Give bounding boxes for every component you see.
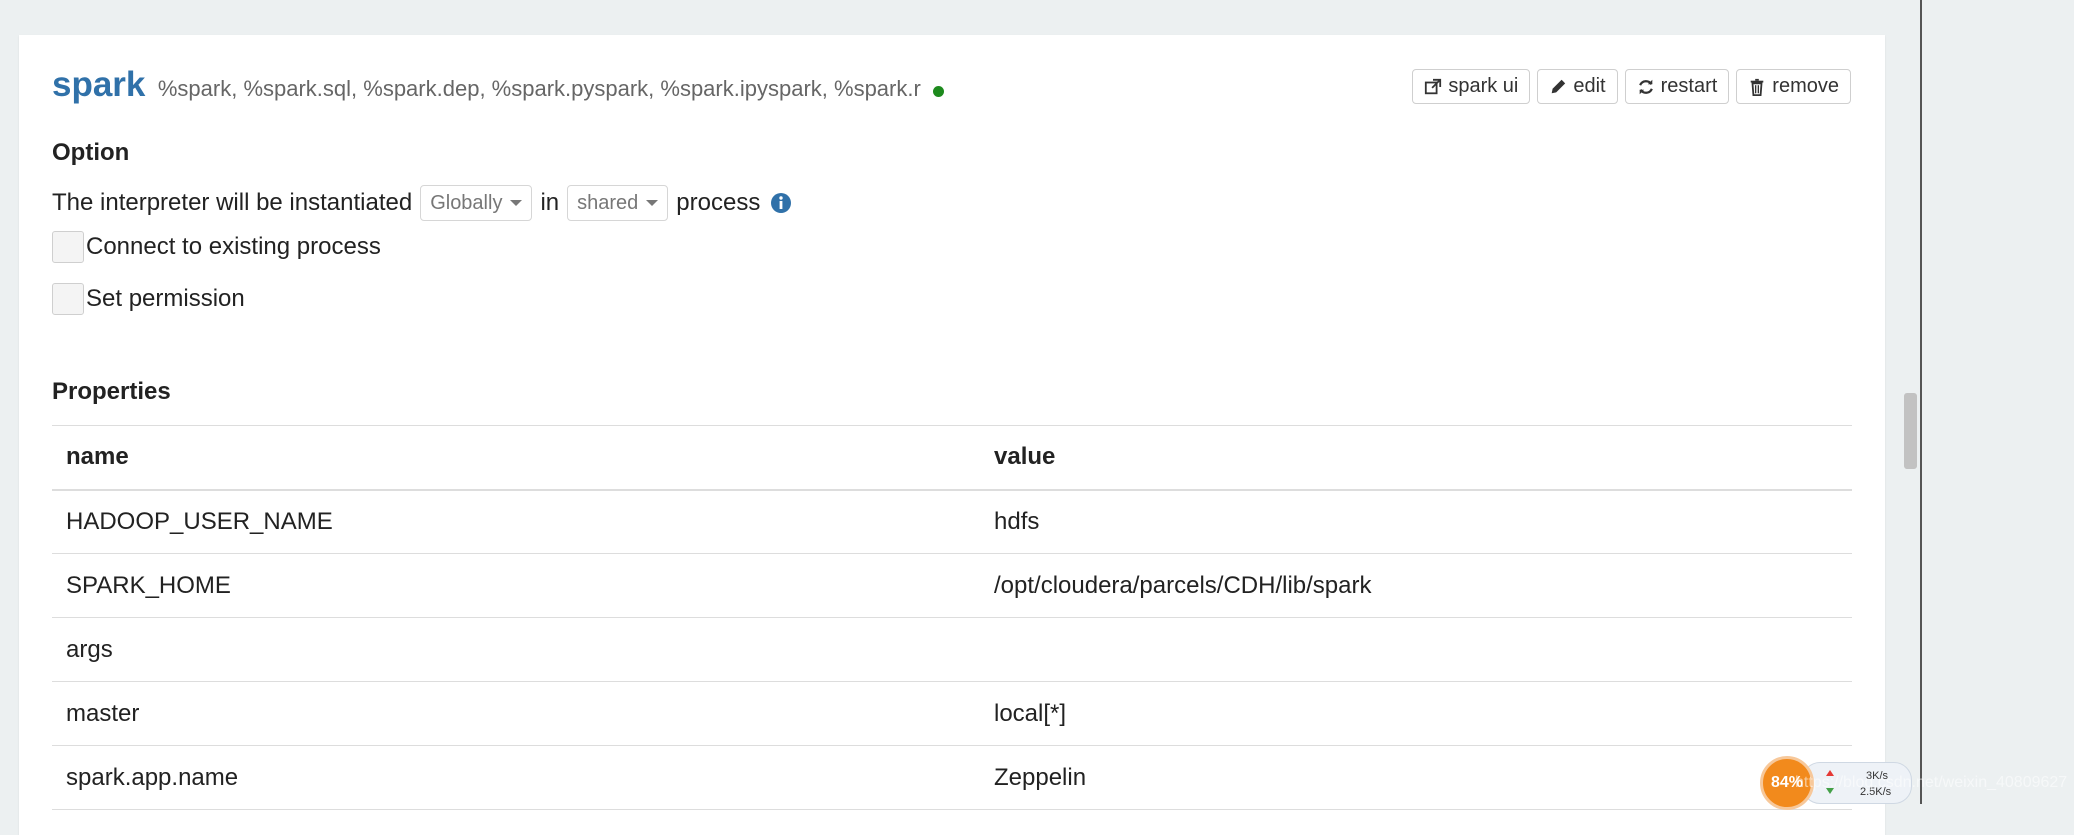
property-name: SPARK_HOME: [66, 571, 231, 599]
spark-ui-label: spark ui: [1448, 75, 1519, 97]
refresh-icon: [1638, 79, 1653, 94]
pencil-icon: [1552, 79, 1566, 93]
table-row: args: [52, 618, 1852, 682]
sentence-middle: in: [540, 189, 560, 216]
property-name: spark.app.name: [66, 763, 239, 791]
property-name: args: [66, 635, 113, 663]
status-indicator: [933, 86, 945, 97]
edit-button[interactable]: edit: [1537, 69, 1618, 104]
connect-existing-option: Connect to existing process: [52, 231, 381, 263]
restart-button[interactable]: restart: [1624, 69, 1730, 104]
info-icon[interactable]: [770, 192, 792, 214]
watermark-text: https://blog.csdn.net/weixin_40809627: [1795, 774, 2068, 791]
trash-icon: [1750, 78, 1764, 96]
property-name: HADOOP_USER_NAME: [66, 507, 333, 535]
sentence-suffix: process: [676, 189, 761, 216]
set-permission-option: Set permission: [52, 283, 245, 315]
connect-existing-label: Connect to existing process: [86, 233, 381, 260]
property-value: Zeppelin: [994, 763, 1087, 791]
edit-label: edit: [1573, 75, 1606, 97]
process-select-value: shared: [577, 191, 639, 214]
properties-table: name value HADOOP_USER_NAME hdfs SPARK_H…: [52, 425, 1852, 810]
table-row: spark.app.name Zeppelin: [52, 746, 1852, 810]
restart-label: restart: [1660, 75, 1718, 97]
interpreter-panel: spark %spark, %spark.sql, %spark.dep, %s…: [19, 35, 1885, 835]
window-edge: [1920, 0, 1922, 804]
spark-ui-button[interactable]: spark ui: [1412, 69, 1531, 104]
caret-down-icon: [510, 200, 523, 206]
property-value: /opt/cloudera/parcels/CDH/lib/spark: [994, 571, 1372, 599]
scrollbar-thumb[interactable]: [1904, 393, 1917, 469]
property-value: [980, 618, 1852, 682]
scope-select-value: Globally: [430, 191, 503, 214]
option-heading: Option: [52, 139, 130, 166]
property-value: hdfs: [994, 507, 1040, 535]
column-header-value: value: [994, 443, 1056, 471]
interpreter-actions: spark ui edit restart remove: [1412, 69, 1851, 104]
remove-button[interactable]: remove: [1736, 69, 1851, 104]
table-row: HADOOP_USER_NAME hdfs: [52, 490, 1852, 554]
instantiation-sentence: The interpreter will be instantiated Glo…: [52, 185, 792, 221]
scope-select[interactable]: Globally: [420, 185, 533, 221]
interpreter-header: spark %spark, %spark.sql, %spark.dep, %s…: [52, 65, 945, 115]
column-header-name: name: [66, 443, 129, 471]
process-select[interactable]: shared: [567, 185, 669, 221]
table-row: SPARK_HOME /opt/cloudera/parcels/CDH/lib…: [52, 554, 1852, 618]
remove-label: remove: [1772, 75, 1839, 97]
set-permission-label: Set permission: [86, 285, 245, 312]
sentence-prefix: The interpreter will be instantiated: [52, 189, 413, 216]
interpreter-name: spark: [52, 65, 146, 104]
table-header-row: name value: [52, 425, 1852, 490]
set-permission-checkbox[interactable]: [52, 283, 84, 315]
table-row: master local[*]: [52, 682, 1852, 746]
interpreter-groups: %spark, %spark.sql, %spark.dep, %spark.p…: [157, 76, 921, 101]
property-value: local[*]: [994, 699, 1067, 727]
properties-heading: Properties: [52, 378, 171, 405]
property-name: master: [66, 699, 140, 727]
external-link-icon: [1425, 78, 1442, 94]
caret-down-icon: [646, 200, 659, 206]
connect-existing-checkbox[interactable]: [52, 231, 84, 263]
